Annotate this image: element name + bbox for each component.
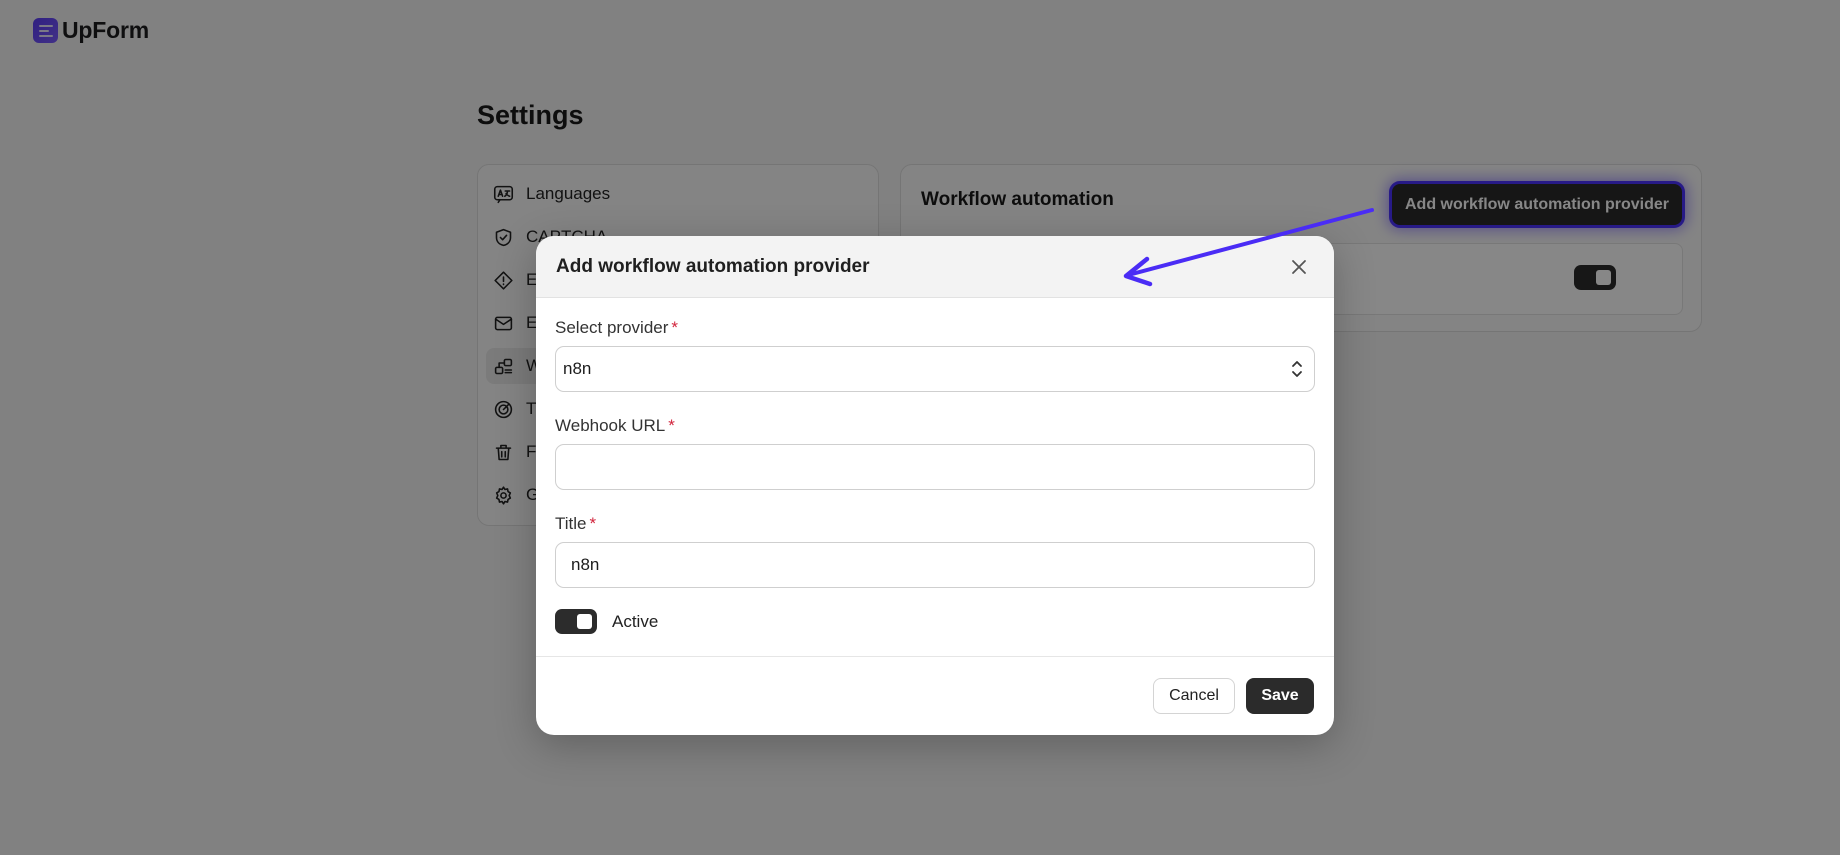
provider-field-label: Select provider * xyxy=(555,318,679,337)
dialog-body: Select provider * n8n Webhook URL * Title *… xyxy=(536,298,1334,634)
required-marker: * xyxy=(668,416,675,435)
webhook-field-label: Webhook URL * xyxy=(555,416,675,435)
title-input[interactable] xyxy=(555,542,1315,588)
dialog-header: Add workflow automation provider xyxy=(536,236,1334,298)
webhook-url-input[interactable] xyxy=(555,444,1315,490)
provider-select-value: n8n xyxy=(563,359,592,378)
required-marker: * xyxy=(589,514,597,533)
required-marker: * xyxy=(671,318,679,337)
active-label: Active xyxy=(612,611,659,631)
save-button[interactable]: Save xyxy=(1246,678,1314,714)
chevron-up-down-icon xyxy=(1292,361,1302,377)
add-provider-dialog: Add workflow automation provider Select … xyxy=(536,236,1334,735)
title-field-label: Title * xyxy=(555,514,597,533)
active-toggle-row: Active xyxy=(555,609,1315,634)
dialog-title: Add workflow automation provider xyxy=(556,255,870,277)
provider-select[interactable]: n8n xyxy=(555,346,1315,392)
cancel-button[interactable]: Cancel xyxy=(1153,678,1235,714)
close-icon xyxy=(1292,259,1306,274)
active-toggle[interactable] xyxy=(555,609,597,634)
dialog-footer: Cancel Save xyxy=(536,656,1334,735)
close-dialog-button[interactable] xyxy=(1284,252,1314,282)
